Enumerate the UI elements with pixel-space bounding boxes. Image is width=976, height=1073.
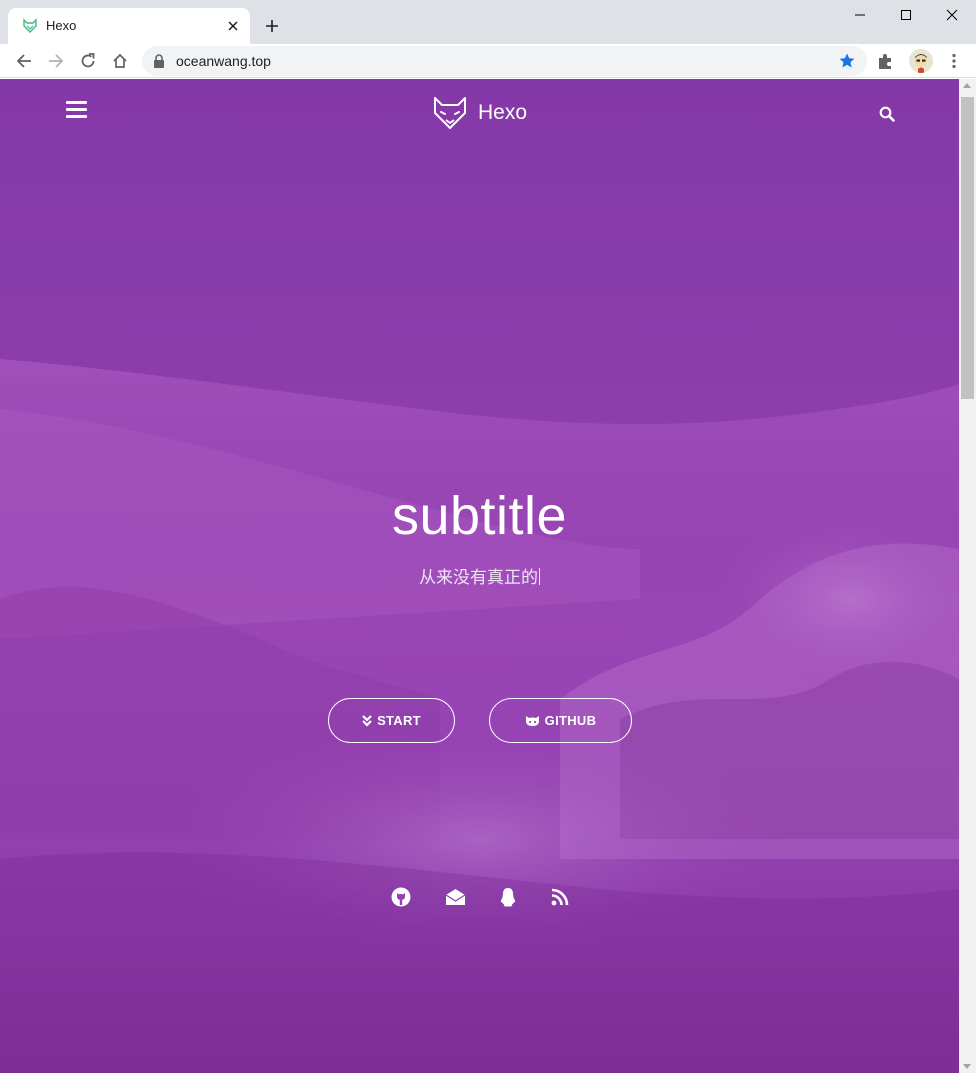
bookmark-star-icon[interactable]: [838, 52, 856, 70]
page-scrollbar[interactable]: [959, 79, 976, 1073]
double-chevron-down-icon: [362, 714, 372, 727]
github-button-label: GITHUB: [544, 713, 597, 728]
hero-subtitle: 从来没有真正的: [0, 566, 959, 590]
fox-logo-icon: [434, 97, 466, 129]
typing-caret: [539, 568, 540, 585]
github-button[interactable]: GITHUB: [489, 698, 632, 743]
lock-icon: [154, 54, 164, 68]
search-icon[interactable]: [879, 106, 895, 122]
hamburger-menu-icon[interactable]: [66, 101, 88, 121]
email-icon[interactable]: [444, 886, 466, 908]
scroll-down-arrow-icon[interactable]: [963, 1064, 971, 1069]
scroll-up-arrow-icon[interactable]: [963, 83, 971, 88]
hexo-fox-favicon-icon: [23, 18, 37, 33]
new-tab-icon[interactable]: [261, 15, 283, 37]
url-text[interactable]: oceanwang.top: [176, 53, 271, 69]
browser-tab[interactable]: Hexo: [8, 8, 250, 44]
reload-icon[interactable]: [74, 47, 102, 75]
browser-titlebar: Hexo: [0, 0, 976, 44]
browser-toolbar: oceanwang.top: [0, 44, 976, 78]
address-bar[interactable]: oceanwang.top: [142, 46, 867, 76]
back-arrow-icon[interactable]: [10, 47, 38, 75]
home-icon[interactable]: [106, 47, 134, 75]
page-viewport: Hexo subtitle 从来没有真正的 START GITHUB: [0, 79, 976, 1073]
start-button-label: START: [377, 713, 421, 728]
rss-icon[interactable]: [549, 886, 571, 908]
start-button[interactable]: START: [328, 698, 455, 743]
site-brand[interactable]: Hexo: [432, 95, 527, 131]
forward-arrow-icon[interactable]: [42, 47, 70, 75]
github-icon[interactable]: [390, 886, 412, 908]
hero-title: subtitle: [391, 486, 568, 546]
profile-avatar[interactable]: [909, 49, 933, 73]
tab-close-icon[interactable]: [224, 17, 242, 35]
browser-menu-icon[interactable]: [944, 51, 964, 71]
qq-icon[interactable]: [497, 886, 519, 908]
tab-title: Hexo: [46, 18, 77, 33]
extensions-puzzle-icon[interactable]: [876, 51, 896, 71]
window-close-icon[interactable]: [929, 0, 975, 30]
window-maximize-icon[interactable]: [883, 0, 929, 30]
hero-section: Hexo subtitle 从来没有真正的 START GITHUB: [0, 79, 959, 1073]
brand-name: Hexo: [478, 101, 528, 124]
scroll-thumb[interactable]: [961, 97, 974, 399]
github-alt-icon: [525, 715, 539, 726]
window-minimize-icon[interactable]: [837, 0, 883, 30]
typed-text: 从来没有真正的: [419, 568, 538, 587]
